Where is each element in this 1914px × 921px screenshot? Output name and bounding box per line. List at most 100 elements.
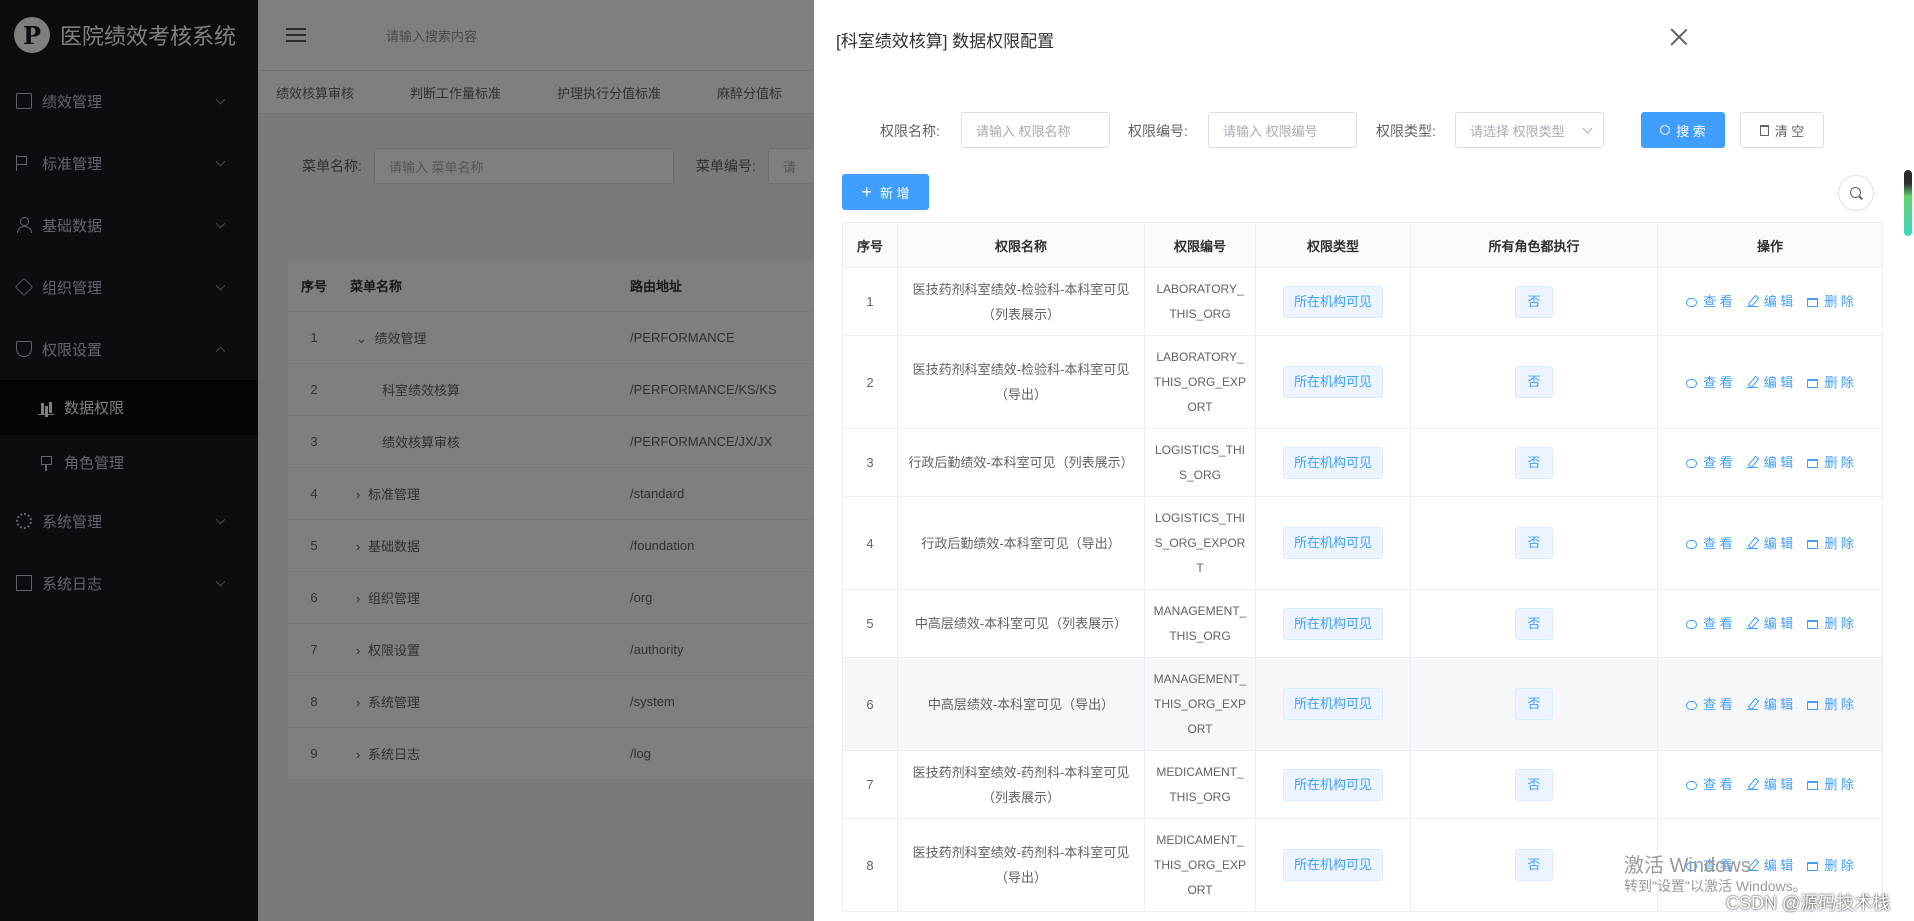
eye-icon: [1686, 700, 1698, 710]
row-index: 5: [866, 616, 874, 631]
op-label: 删 除: [1824, 294, 1854, 309]
edit-icon: [1746, 781, 1758, 790]
column-header: 权限名称: [897, 222, 1145, 268]
row-index: 8: [866, 857, 874, 873]
drawer-title: [科室绩效核算] 数据权限配置: [836, 32, 1055, 51]
clear-button[interactable]: 清 空: [1740, 112, 1824, 148]
view-button[interactable]: 查 看: [1686, 375, 1733, 390]
row-index: 3: [866, 455, 874, 470]
op-label: 查 看: [1703, 535, 1733, 551]
permission-type-tag: 所在机构可见: [1282, 285, 1383, 318]
permission-table: 序号 权限名称 权限编号 权限类型 所有角色都执行 操作 1 医技药剂科室绩效-检…: [842, 222, 1883, 912]
operations-cell: 查 看 编 辑删 除: [1657, 589, 1883, 658]
row-index: 1: [866, 294, 874, 309]
op-label: 编 辑: [1763, 535, 1794, 551]
column-header: 所有角色都执行: [1410, 222, 1658, 268]
trash-icon: [1807, 861, 1819, 871]
op-label: 编 辑: [1763, 294, 1794, 309]
op-label: 编 辑: [1763, 616, 1794, 631]
edit-button[interactable]: 编 辑: [1746, 616, 1794, 631]
add-button-label: 新 增: [879, 185, 910, 201]
all-roles-tag: 否: [1515, 366, 1553, 398]
select-placeholder: 请选择 权限类型: [1470, 123, 1565, 139]
edit-icon: [1746, 701, 1758, 710]
delete-button[interactable]: 删 除: [1807, 294, 1854, 309]
edit-button[interactable]: 编 辑: [1746, 696, 1794, 712]
eye-icon: [1686, 539, 1698, 549]
delete-button[interactable]: 删 除: [1807, 375, 1854, 390]
edit-button[interactable]: 编 辑: [1746, 535, 1794, 551]
table-row: 6 中高层绩效-本科室可见（导出） MANAGEMENT_THIS_ORG_EXPO…: [842, 657, 1883, 751]
op-label: 查 看: [1703, 374, 1733, 390]
edit-button[interactable]: 编 辑: [1746, 858, 1793, 873]
permission-type-tag: 所在机构可见: [1282, 366, 1383, 398]
op-label: 编 辑: [1763, 696, 1794, 712]
trash-icon: [1807, 700, 1819, 710]
permission-code: MEDICAMENT_THIS_ORG: [1156, 764, 1244, 804]
view-button[interactable]: 查 看: [1686, 777, 1733, 792]
all-roles-tag: 否: [1515, 688, 1553, 720]
trash-icon: [1807, 781, 1819, 790]
trash-icon: [1807, 378, 1819, 388]
operations-cell: 查 看 编 辑删 除: [1657, 496, 1883, 590]
permission-code: LOGISTICS_THIS_ORG: [1154, 442, 1246, 482]
permission-type-select[interactable]: 请选择 权限类型: [1455, 112, 1604, 148]
op-label: 删 除: [1824, 696, 1854, 712]
view-button[interactable]: 查 看: [1686, 536, 1733, 551]
edit-button[interactable]: 编 辑: [1746, 374, 1794, 390]
permission-name: 医技药剂科室绩效-药剂科-本科室可见（列表展示）: [912, 764, 1130, 805]
windows-activation-watermark: 激活 Windows: [1624, 855, 1751, 877]
op-label: 删 除: [1824, 857, 1854, 873]
view-button[interactable]: 查 看: [1686, 294, 1733, 309]
permission-type-label: 权限类型:: [1376, 123, 1436, 139]
delete-button[interactable]: 删 除: [1807, 455, 1854, 470]
eye-icon: [1686, 298, 1698, 307]
edit-button[interactable]: 编 辑: [1746, 777, 1793, 792]
search-button[interactable]: 搜 索: [1641, 112, 1725, 148]
permission-type-tag: 所在机构可见: [1282, 607, 1383, 640]
row-index: 4: [866, 535, 874, 551]
table-row: 4 行政后勤绩效-本科室可见（导出） LOGISTICS_THIS_ORG_EXPO…: [842, 496, 1883, 590]
close-icon[interactable]: [1670, 28, 1688, 46]
view-button[interactable]: 查 看: [1686, 455, 1733, 470]
edit-button[interactable]: 编 辑: [1746, 455, 1794, 470]
delete-button[interactable]: 删 除: [1807, 858, 1854, 873]
view-button[interactable]: 查 看: [1686, 697, 1733, 712]
permission-code: LABORATORY_THIS_ORG: [1156, 281, 1244, 321]
delete-button[interactable]: 删 除: [1807, 697, 1854, 712]
permission-name: 医技药剂科室绩效-检验科-本科室可见（导出）: [912, 362, 1130, 402]
permission-type-tag: 所在机构可见: [1282, 527, 1383, 559]
permission-name: 中高层绩效-本科室可见（导出）: [927, 696, 1115, 712]
delete-button[interactable]: 删 除: [1807, 536, 1854, 551]
operations-cell: 查 看编 辑删 除: [1657, 657, 1883, 751]
permission-name-input[interactable]: 请输入 权限名称: [961, 112, 1110, 148]
edit-button[interactable]: 编 辑: [1746, 294, 1794, 309]
scrollbar-thumb[interactable]: [1904, 170, 1912, 236]
delete-button[interactable]: 删 除: [1807, 616, 1854, 631]
op-label: 查 看: [1703, 616, 1733, 631]
csdn-watermark: CSDN @源码技术栈: [1726, 893, 1891, 913]
edit-icon: [1746, 298, 1758, 307]
op-label: 编 辑: [1763, 455, 1794, 470]
table-row: 5 中高层绩效-本科室可见（列表展示） MANAGEMENT_THIS_ORG 所在机…: [842, 589, 1883, 658]
operations-cell: 查 看编 辑删 除: [1657, 267, 1883, 336]
trash-icon: [1807, 298, 1819, 307]
delete-button[interactable]: 删 除: [1807, 777, 1854, 792]
permission-code: LABORATORY_THIS_ORG_EXPORT: [1153, 349, 1247, 414]
permission-code-input[interactable]: 请输入 权限编号: [1208, 112, 1357, 148]
op-label: 删 除: [1824, 777, 1854, 792]
op-label: 编 辑: [1763, 374, 1794, 390]
permission-name: 行政后勤绩效-本科室可见（导出）: [921, 535, 1121, 551]
add-button[interactable]: + 新 增: [842, 174, 929, 210]
row-index: 6: [866, 696, 874, 712]
op-label: 删 除: [1824, 374, 1854, 390]
toggle-search-icon[interactable]: [1838, 175, 1874, 211]
all-roles-tag: 否: [1515, 607, 1553, 640]
trash-icon: [1807, 459, 1819, 468]
operations-cell: 查 看编 辑 删 除: [1657, 750, 1883, 819]
row-index: 2: [866, 374, 874, 390]
view-button[interactable]: 查 看: [1686, 616, 1733, 631]
permission-type-tag: 所在机构可见: [1282, 768, 1383, 801]
search-icon: [1660, 125, 1671, 135]
search-button-label: 搜 索: [1676, 123, 1706, 139]
